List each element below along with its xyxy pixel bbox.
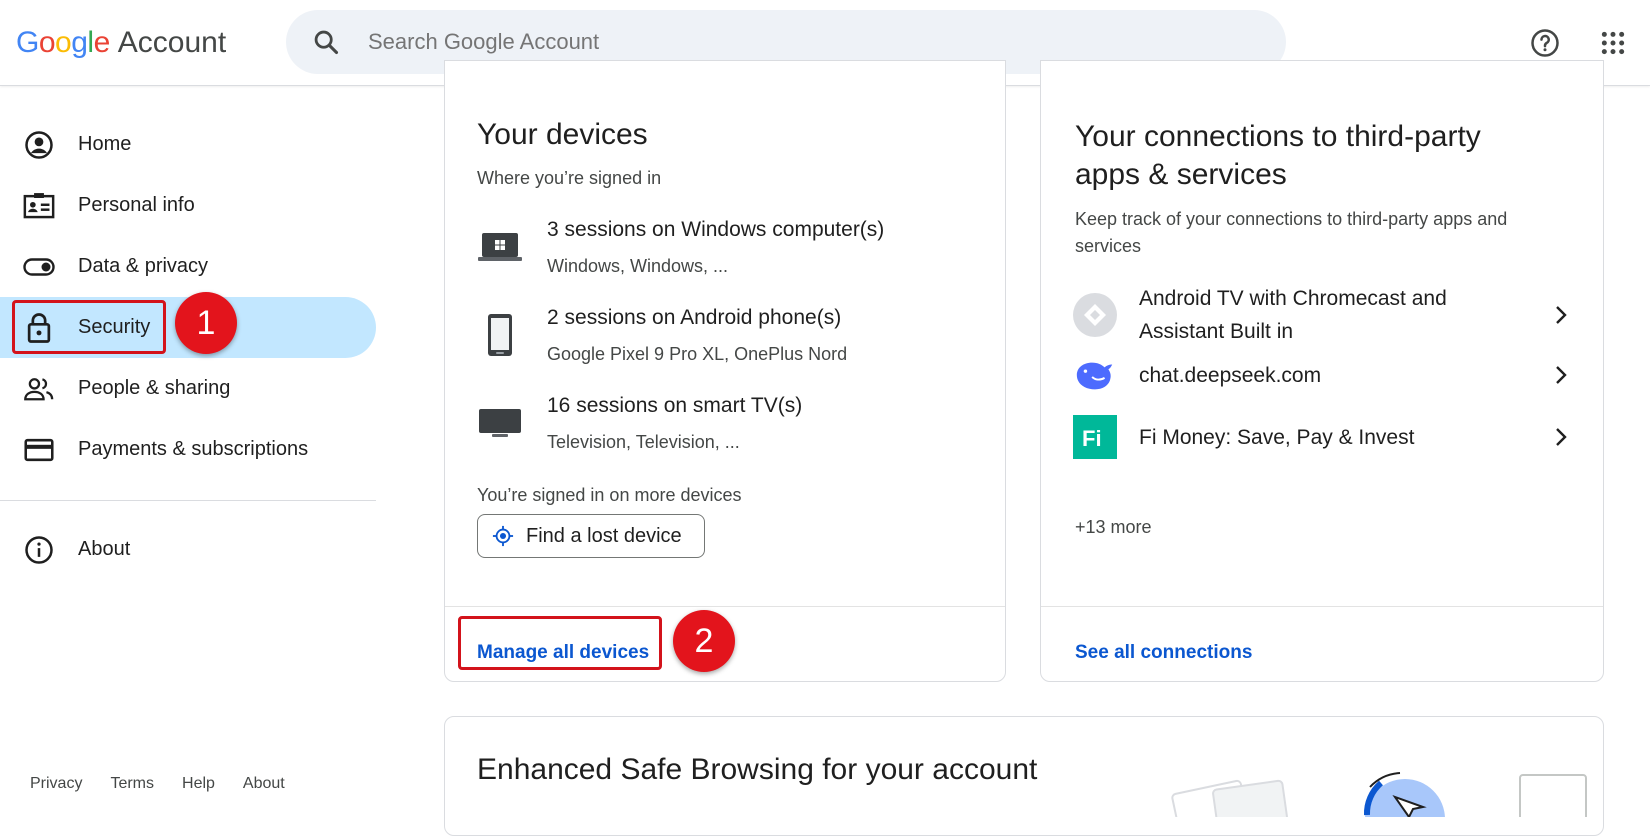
footer-links: Privacy Terms Help About bbox=[30, 775, 285, 793]
toggle-icon bbox=[22, 250, 56, 284]
connections-card-subtitle: Keep track of your connections to third-… bbox=[1075, 206, 1507, 260]
sidebar-divider bbox=[0, 500, 376, 501]
sidebar-item-label: Personal info bbox=[78, 194, 195, 216]
connections-title-line2: apps & services bbox=[1075, 158, 1287, 191]
sidebar-item-label: Home bbox=[78, 133, 132, 155]
sidebar-item-label: Payments & subscriptions bbox=[78, 438, 309, 460]
connection-name: chat.deepseek.com bbox=[1139, 363, 1322, 387]
card-divider bbox=[445, 606, 1005, 607]
account-circle-icon bbox=[22, 128, 56, 162]
device-row-tv[interactable]: 16 sessions on smart TV(s) Television, T… bbox=[477, 394, 802, 453]
find-lost-device-label: Find a lost device bbox=[526, 524, 682, 547]
android-tv-icon bbox=[1073, 293, 1117, 337]
help-icon[interactable] bbox=[1528, 26, 1562, 60]
step-1-badge: 1 bbox=[175, 292, 237, 354]
footer-about-link[interactable]: About bbox=[243, 775, 285, 793]
devices-card-subtitle: Where you’re signed in bbox=[477, 168, 662, 188]
connections-card: Your connections to third-party apps & s… bbox=[1040, 60, 1604, 682]
locate-icon bbox=[492, 525, 514, 547]
apps-grid-icon[interactable] bbox=[1596, 26, 1630, 60]
device-row-windows[interactable]: 3 sessions on Windows computer(s) Window… bbox=[477, 218, 884, 277]
connections-title-line1: Your connections to third-party bbox=[1075, 120, 1481, 153]
device-title: 16 sessions on smart TV(s) bbox=[547, 394, 803, 417]
connection-name: Fi Money: Save, Pay & Invest bbox=[1139, 425, 1415, 449]
manage-devices-highlight-box bbox=[458, 616, 662, 670]
people-icon bbox=[22, 372, 56, 406]
device-detail: Google Pixel 9 Pro XL, OnePlus Nord bbox=[547, 344, 848, 364]
devices-card-title: Your devices bbox=[477, 118, 648, 151]
devices-card: Your devices Where you’re signed in 3 se… bbox=[444, 60, 1006, 682]
step-2-badge: 2 bbox=[673, 610, 735, 672]
safe-browsing-illustration bbox=[1171, 772, 1587, 817]
fi-money-icon: Fi bbox=[1073, 415, 1117, 459]
info-icon bbox=[22, 533, 56, 567]
tv-icon bbox=[477, 400, 523, 446]
device-row-android[interactable]: 2 sessions on Android phone(s) Google Pi… bbox=[477, 306, 847, 365]
id-card-icon bbox=[22, 189, 56, 223]
connection-row-android-tv[interactable]: Android TV with Chromecast and Assistant… bbox=[1073, 282, 1573, 348]
connections-card-title: Your connections to third-party apps & s… bbox=[1075, 118, 1481, 194]
sidebar-item-label: Data & privacy bbox=[78, 255, 209, 277]
laptop-icon bbox=[477, 224, 523, 270]
sidebar-item-personal-info[interactable]: Personal info bbox=[0, 175, 376, 236]
device-title: 2 sessions on Android phone(s) bbox=[547, 306, 842, 329]
connection-name-line1: Android TV with Chromecast and bbox=[1139, 287, 1447, 310]
sidebar-item-home[interactable]: Home bbox=[0, 114, 376, 175]
find-lost-device-button[interactable]: Find a lost device bbox=[477, 514, 705, 558]
sidebar-item-people-sharing[interactable]: People & sharing bbox=[0, 358, 376, 419]
chevron-right-icon bbox=[1556, 306, 1567, 324]
connections-subtitle-line1: Keep track of your connections to third-… bbox=[1075, 209, 1508, 229]
phone-icon bbox=[477, 312, 523, 358]
device-title: 3 sessions on Windows computer(s) bbox=[547, 218, 885, 241]
sidebar-item-payments-subscriptions[interactable]: Payments & subscriptions bbox=[0, 419, 376, 480]
connections-subtitle-line2: services bbox=[1075, 236, 1142, 256]
security-highlight-box bbox=[12, 300, 166, 354]
google-account-logo[interactable]: Google Account bbox=[16, 22, 226, 64]
connection-row-fi-money[interactable]: Fi Fi Money: Save, Pay & Invest bbox=[1073, 415, 1573, 459]
svg-text:Fi: Fi bbox=[1082, 426, 1102, 451]
see-all-connections-link[interactable]: See all connections bbox=[1075, 642, 1252, 664]
connection-name: Android TV with Chromecast and Assistant… bbox=[1139, 282, 1549, 348]
account-wordmark: Account bbox=[117, 26, 227, 59]
footer-help-link[interactable]: Help bbox=[182, 775, 215, 793]
chevron-right-icon bbox=[1556, 428, 1567, 446]
device-detail: Windows, Windows, ... bbox=[547, 256, 729, 276]
search-input[interactable] bbox=[368, 29, 1168, 55]
footer-privacy-link[interactable]: Privacy bbox=[30, 775, 82, 793]
connection-row-deepseek[interactable]: chat.deepseek.com bbox=[1073, 353, 1573, 397]
connection-name-line2: Assistant Built in bbox=[1139, 320, 1294, 343]
more-devices-note: You’re signed in on more devices bbox=[477, 485, 742, 505]
deepseek-whale-icon bbox=[1073, 353, 1117, 397]
sidebar-item-about[interactable]: About bbox=[0, 519, 376, 580]
credit-card-icon bbox=[22, 433, 56, 467]
chevron-right-icon bbox=[1556, 366, 1567, 384]
safe-browsing-title: Enhanced Safe Browsing for your account bbox=[477, 753, 1038, 786]
more-connections-count: +13 more bbox=[1075, 517, 1152, 537]
sidebar-item-label: People & sharing bbox=[78, 377, 231, 399]
sidebar-item-label: About bbox=[78, 538, 131, 560]
device-detail: Television, Television, ... bbox=[547, 432, 740, 452]
card-divider bbox=[1041, 606, 1603, 607]
search-icon[interactable] bbox=[312, 28, 340, 56]
footer-terms-link[interactable]: Terms bbox=[110, 775, 154, 793]
google-wordmark: Google bbox=[16, 26, 110, 59]
sidebar-item-data-privacy[interactable]: Data & privacy bbox=[0, 236, 376, 297]
safe-browsing-card: Enhanced Safe Browsing for your account bbox=[444, 716, 1604, 836]
